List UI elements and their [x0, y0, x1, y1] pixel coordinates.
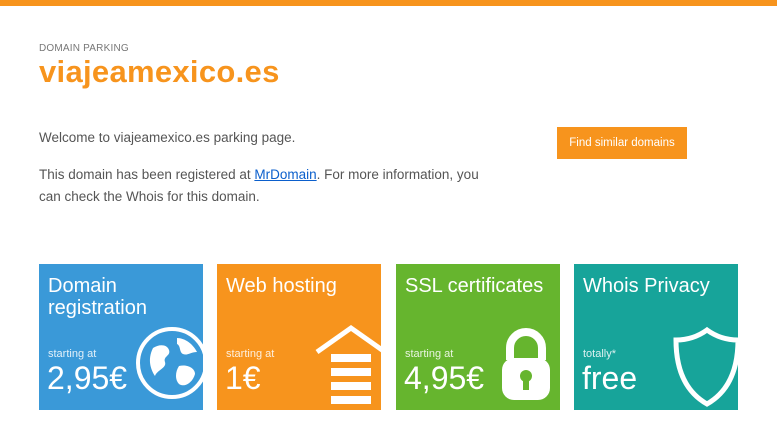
- card-price-prefix: totally*: [583, 348, 617, 360]
- welcome-text: Welcome to viajeamexico.es parking page.: [39, 130, 296, 145]
- domain-registration-card[interactable]: Domain registration starting at 2,95€: [39, 264, 203, 410]
- card-price-prefix: starting at: [48, 348, 97, 360]
- registered-text: This domain has been registered at MrDom…: [39, 164, 499, 208]
- card-price-prefix: starting at: [226, 348, 275, 360]
- card-title: Whois Privacy: [583, 275, 710, 297]
- globe-icon: [136, 327, 203, 399]
- card-title: SSL certificates: [405, 275, 544, 297]
- section-kicker: DOMAIN PARKING: [39, 43, 129, 54]
- registered-prefix: This domain has been registered at: [39, 167, 255, 182]
- top-accent-bar: [0, 0, 777, 6]
- registrar-link[interactable]: MrDomain: [254, 167, 316, 182]
- find-similar-domains-button[interactable]: Find similar domains: [557, 127, 687, 159]
- house-icon: [315, 324, 381, 404]
- ssl-certificates-card[interactable]: SSL certificates starting at 4,95€: [396, 264, 560, 410]
- card-price-prefix: starting at: [405, 348, 454, 360]
- whois-privacy-card[interactable]: Whois Privacy totally* free: [574, 264, 738, 410]
- card-title: Web hosting: [226, 275, 337, 297]
- card-price: 4,95€: [404, 360, 485, 396]
- padlock-icon: [502, 328, 550, 400]
- card-price: 2,95€: [47, 360, 128, 396]
- card-price: 1€: [225, 360, 261, 396]
- web-hosting-card[interactable]: Web hosting starting at 1€: [217, 264, 381, 410]
- domain-title: viajeamexico.es: [39, 54, 280, 89]
- shield-icon: [673, 326, 738, 407]
- card-price: free: [582, 360, 638, 396]
- card-title: Domain registration: [48, 275, 147, 319]
